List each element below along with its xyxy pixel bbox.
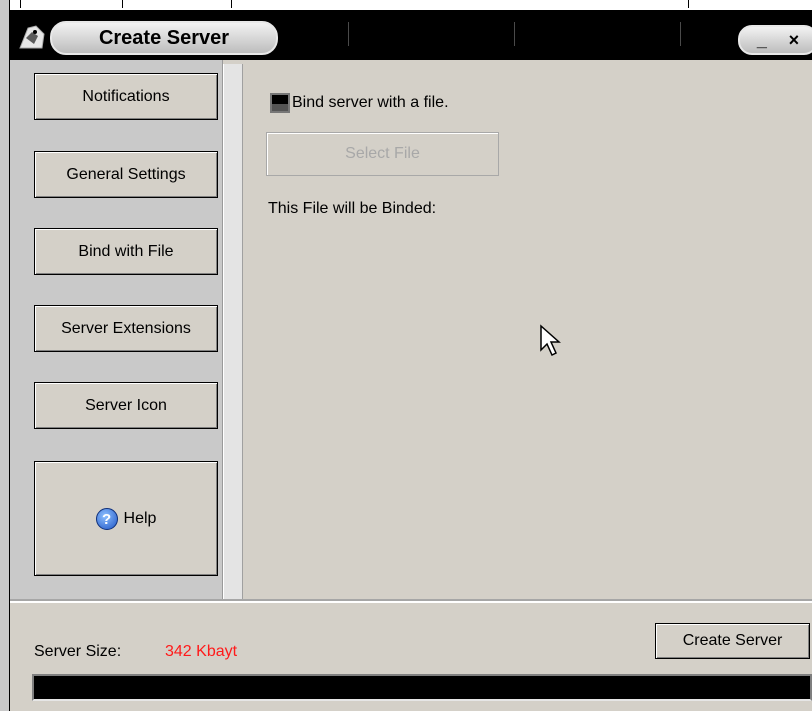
general-settings-button[interactable]: General Settings — [34, 151, 218, 198]
notifications-button-label: Notifications — [82, 87, 170, 105]
create-server-button[interactable]: Create Server — [655, 623, 810, 659]
server-extensions-button-label: Server Extensions — [61, 319, 191, 337]
title-divider — [348, 22, 349, 46]
server-icon-button[interactable]: Server Icon — [34, 382, 218, 429]
footer-panel: Server Size: 342 Kbayt Create Server — [10, 601, 812, 711]
window-left-edge — [0, 0, 10, 711]
window-controls: _ × — [738, 25, 812, 55]
progress-bar — [32, 674, 812, 701]
minimize-button[interactable]: _ — [757, 30, 767, 51]
help-icon: ? — [95, 507, 118, 530]
bind-server-checkbox-row[interactable]: Bind server with a file. — [270, 93, 449, 113]
general-settings-button-label: General Settings — [66, 165, 186, 183]
select-file-button[interactable]: Select File — [266, 132, 499, 176]
create-server-button-label: Create Server — [682, 632, 783, 649]
window-top-edge — [0, 0, 812, 10]
binded-file-label: This File will be Binded: — [268, 200, 437, 217]
sidebar-splitter[interactable] — [223, 64, 243, 601]
bind-file-panel: Bind server with a file. Select File Thi… — [243, 60, 812, 601]
title-divider — [680, 22, 681, 46]
server-icon-button-label: Server Icon — [85, 396, 167, 414]
bind-server-checkbox[interactable] — [270, 93, 290, 113]
bind-with-file-button-label: Bind with File — [78, 242, 174, 260]
title-divider — [514, 22, 515, 46]
help-button-label: Help — [123, 509, 157, 527]
help-button[interactable]: ? Help — [34, 461, 218, 576]
bind-server-checkbox-label: Bind server with a file. — [292, 94, 449, 111]
server-size-label: Server Size: — [34, 643, 122, 660]
close-button[interactable]: × — [789, 30, 800, 51]
title-bar[interactable]: Create Server _ × — [10, 10, 812, 60]
bind-with-file-button[interactable]: Bind with File — [34, 228, 218, 275]
notifications-button[interactable]: Notifications — [34, 73, 218, 120]
mouse-cursor-icon — [540, 324, 561, 357]
select-file-button-label: Select File — [345, 145, 420, 162]
sidebar: Notifications General Settings Bind with… — [10, 60, 223, 601]
window-title: Create Server — [50, 21, 278, 55]
app-logo-icon — [19, 25, 45, 49]
server-size-value: 342 Kbayt — [165, 643, 238, 660]
server-extensions-button[interactable]: Server Extensions — [34, 305, 218, 352]
